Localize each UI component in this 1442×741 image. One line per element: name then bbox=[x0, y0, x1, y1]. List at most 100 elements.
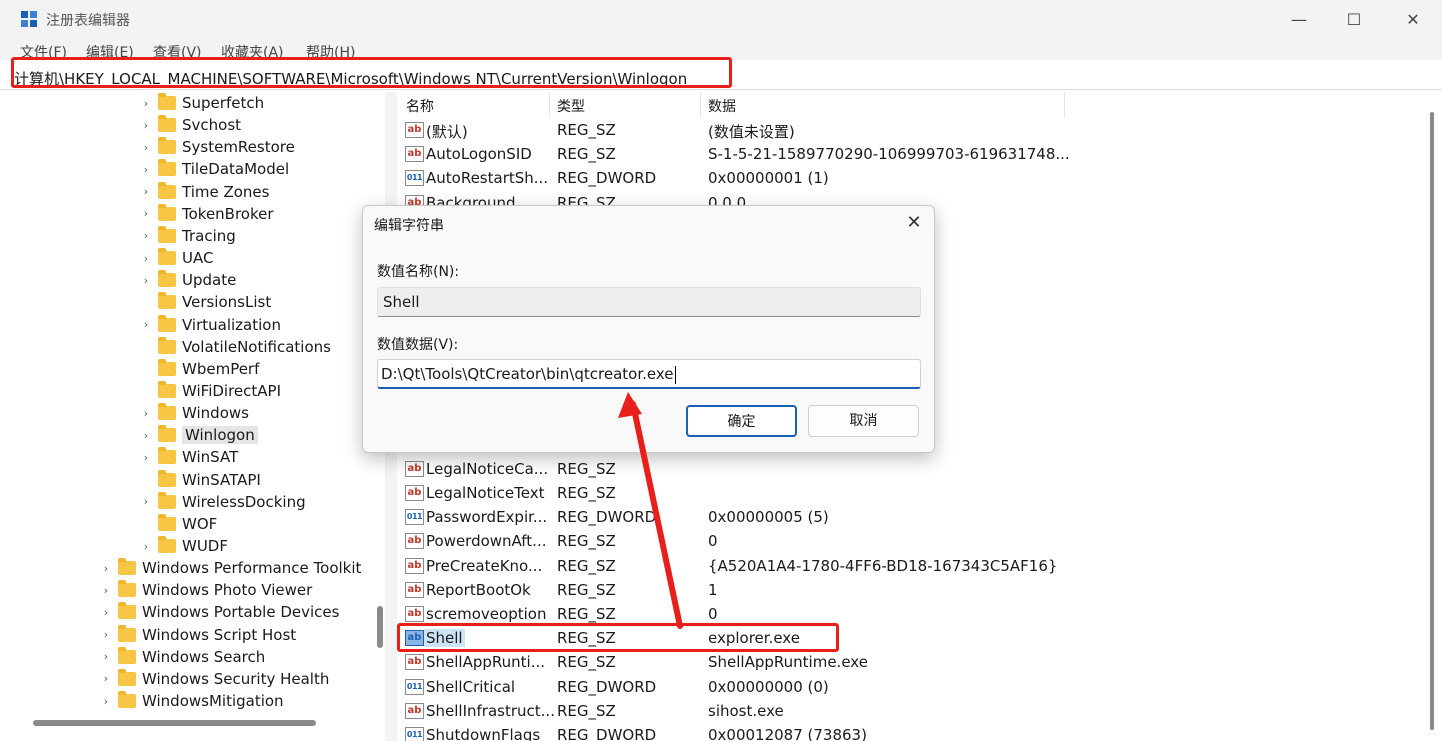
chevron-right-icon[interactable]: › bbox=[140, 495, 152, 508]
tree-item[interactable]: WbemPerf bbox=[140, 358, 259, 380]
tree-item[interactable]: › WirelessDocking bbox=[140, 491, 306, 513]
column-header-data[interactable]: 数据 bbox=[708, 96, 736, 116]
tree-item[interactable]: › Svchost bbox=[140, 114, 241, 136]
tree-item[interactable]: › Winlogon bbox=[140, 424, 258, 446]
chevron-right-icon[interactable]: › bbox=[100, 606, 112, 619]
column-divider bbox=[549, 92, 550, 118]
tree-item[interactable]: › TileDataModel bbox=[140, 158, 289, 180]
chevron-right-icon[interactable]: › bbox=[140, 141, 152, 154]
value-row[interactable]: ab ShellInfrastruct... REG_SZ sihost.exe bbox=[397, 699, 1442, 723]
tree-item[interactable]: › Superfetch bbox=[140, 92, 264, 114]
chevron-right-icon[interactable]: › bbox=[100, 672, 112, 685]
value-row[interactable]: 011 PasswordExpir... REG_DWORD 0x00000005 (… bbox=[397, 505, 1442, 529]
value-data: {A520A1A4-1780-4FF6-BD18-167343C5AF16} bbox=[708, 556, 1058, 575]
tree-horizontal-scrollbar[interactable] bbox=[33, 720, 316, 726]
dialog-close-button[interactable]: ✕ bbox=[899, 212, 929, 236]
value-data: 0 bbox=[708, 532, 718, 551]
chevron-right-icon[interactable]: › bbox=[100, 628, 112, 641]
tree-item[interactable]: › WUDF bbox=[140, 535, 228, 557]
tree-item[interactable]: › Windows Security Health bbox=[100, 668, 329, 690]
list-vertical-scrollbar[interactable] bbox=[1430, 112, 1434, 730]
tree-item[interactable]: › UAC bbox=[140, 247, 213, 269]
cancel-button[interactable]: 取消 bbox=[808, 405, 919, 437]
value-row[interactable]: ab LegalNoticeText REG_SZ bbox=[397, 481, 1442, 505]
chevron-right-icon[interactable]: › bbox=[100, 562, 112, 575]
maximize-button[interactable]: ☐ bbox=[1331, 4, 1377, 34]
value-name: AutoLogonSID bbox=[426, 145, 532, 164]
tree-item-label: WUDF bbox=[182, 537, 228, 555]
tree-item[interactable]: › Tracing bbox=[140, 225, 236, 247]
column-header-name[interactable]: 名称 bbox=[406, 96, 434, 116]
tree-item[interactable]: › WinSAT bbox=[140, 446, 238, 468]
chevron-right-icon[interactable]: › bbox=[140, 318, 152, 331]
value-name: ShutdownFlags bbox=[426, 726, 541, 741]
value-row[interactable]: ab ShellAppRunti... REG_SZ ShellAppRuntime.… bbox=[397, 650, 1442, 674]
value-row[interactable]: 011 AutoRestartSh... REG_DWORD 0x00000001 (… bbox=[397, 166, 1442, 190]
tree-item-label: Time Zones bbox=[182, 182, 270, 201]
value-type: REG_SZ bbox=[557, 121, 616, 139]
dword-value-icon: 011 bbox=[405, 678, 424, 695]
folder-icon bbox=[158, 181, 176, 199]
string-value-icon: ab bbox=[405, 460, 424, 477]
chevron-right-icon[interactable]: › bbox=[140, 540, 152, 553]
tree-item[interactable]: WOF bbox=[140, 513, 217, 535]
tree-item[interactable]: › TokenBroker bbox=[140, 203, 274, 225]
column-header-type[interactable]: 类型 bbox=[557, 96, 585, 116]
chevron-right-icon[interactable]: › bbox=[140, 407, 152, 420]
value-name: ShellAppRunti... bbox=[426, 653, 546, 672]
chevron-right-icon[interactable]: › bbox=[140, 163, 152, 176]
tree-item[interactable]: › Windows Search bbox=[100, 646, 265, 668]
value-name: LegalNoticeText bbox=[426, 484, 545, 502]
tree-vertical-scrollbar[interactable] bbox=[377, 606, 383, 648]
tree-item[interactable]: › Time Zones bbox=[140, 181, 269, 203]
key-tree[interactable]: › Superfetch › Svchost › SystemRestore › TileDa… bbox=[12, 92, 385, 740]
folder-icon bbox=[158, 536, 176, 553]
tree-item[interactable]: › Windows Photo Viewer bbox=[100, 579, 312, 601]
tree-item-label: WbemPerf bbox=[182, 359, 260, 378]
value-name-field: Shell bbox=[377, 287, 921, 317]
tree-item[interactable]: › WindowsMitigation bbox=[100, 690, 284, 712]
chevron-right-icon[interactable]: › bbox=[140, 252, 152, 265]
tree-item[interactable]: › Windows Script Host bbox=[100, 624, 296, 646]
chevron-right-icon[interactable]: › bbox=[140, 274, 152, 287]
string-value-icon: ab bbox=[405, 654, 424, 671]
value-data: 0x00000005 (5) bbox=[708, 508, 829, 527]
chevron-right-icon[interactable]: › bbox=[140, 185, 152, 198]
tree-item[interactable]: › SystemRestore bbox=[140, 136, 295, 158]
value-row[interactable]: ab PowerdownAft... REG_SZ 0 bbox=[397, 529, 1442, 553]
value-row[interactable]: 011 ShutdownFlags REG_DWORD 0x00012087 (738… bbox=[397, 723, 1442, 741]
tree-item[interactable]: › Windows Portable Devices bbox=[100, 601, 339, 623]
chevron-right-icon[interactable]: › bbox=[100, 695, 112, 708]
tree-item-label: Windows Performance Toolkit bbox=[142, 559, 362, 578]
tree-item[interactable]: › Virtualization bbox=[140, 314, 281, 336]
chevron-right-icon[interactable]: › bbox=[140, 97, 152, 110]
tree-item[interactable]: › Update bbox=[140, 269, 236, 291]
chevron-right-icon[interactable]: › bbox=[140, 119, 152, 132]
tree-item[interactable]: VolatileNotifications bbox=[140, 336, 331, 358]
value-row[interactable]: ab LegalNoticeCa... REG_SZ bbox=[397, 457, 1442, 481]
tree-item[interactable]: VersionsList bbox=[140, 291, 271, 313]
close-button[interactable]: ✕ bbox=[1390, 4, 1436, 34]
tree-item[interactable]: WinSATAPI bbox=[140, 469, 261, 491]
chevron-right-icon[interactable]: › bbox=[140, 451, 152, 464]
tree-item[interactable]: › Windows bbox=[140, 402, 249, 424]
chevron-right-icon[interactable]: › bbox=[100, 584, 112, 597]
chevron-right-icon[interactable]: › bbox=[100, 650, 112, 663]
text-caret bbox=[674, 365, 676, 384]
ok-button[interactable]: 确定 bbox=[686, 405, 797, 437]
value-data: S-1-5-21-1589770290-106999703-619631748.… bbox=[708, 145, 1070, 164]
value-row[interactable]: ab ReportBootOk REG_SZ 1 bbox=[397, 578, 1442, 602]
value-data-input[interactable]: D:\Qt\Tools\QtCreator\bin\qtcreator.exe bbox=[377, 359, 921, 389]
tree-item[interactable]: WiFiDirectAPI bbox=[140, 380, 281, 402]
chevron-right-icon[interactable]: › bbox=[140, 429, 152, 442]
folder-icon bbox=[158, 425, 176, 443]
chevron-right-icon[interactable]: › bbox=[140, 207, 152, 220]
value-row[interactable]: ab PreCreateKno... REG_SZ {A520A1A4-1780-4F… bbox=[397, 554, 1442, 578]
tree-item[interactable]: › Windows Performance Toolkit bbox=[100, 557, 361, 579]
value-data: ShellAppRuntime.exe bbox=[708, 653, 868, 672]
value-row[interactable]: ab AutoLogonSID REG_SZ S-1-5-21-1589770290-… bbox=[397, 142, 1442, 166]
value-row[interactable]: ab (默认) REG_SZ (数值未设置) bbox=[397, 118, 1442, 142]
chevron-right-icon[interactable]: › bbox=[140, 229, 152, 242]
minimize-button[interactable]: — bbox=[1276, 4, 1322, 34]
value-row[interactable]: 011 ShellCritical REG_DWORD 0x00000000 (0) bbox=[397, 675, 1442, 699]
